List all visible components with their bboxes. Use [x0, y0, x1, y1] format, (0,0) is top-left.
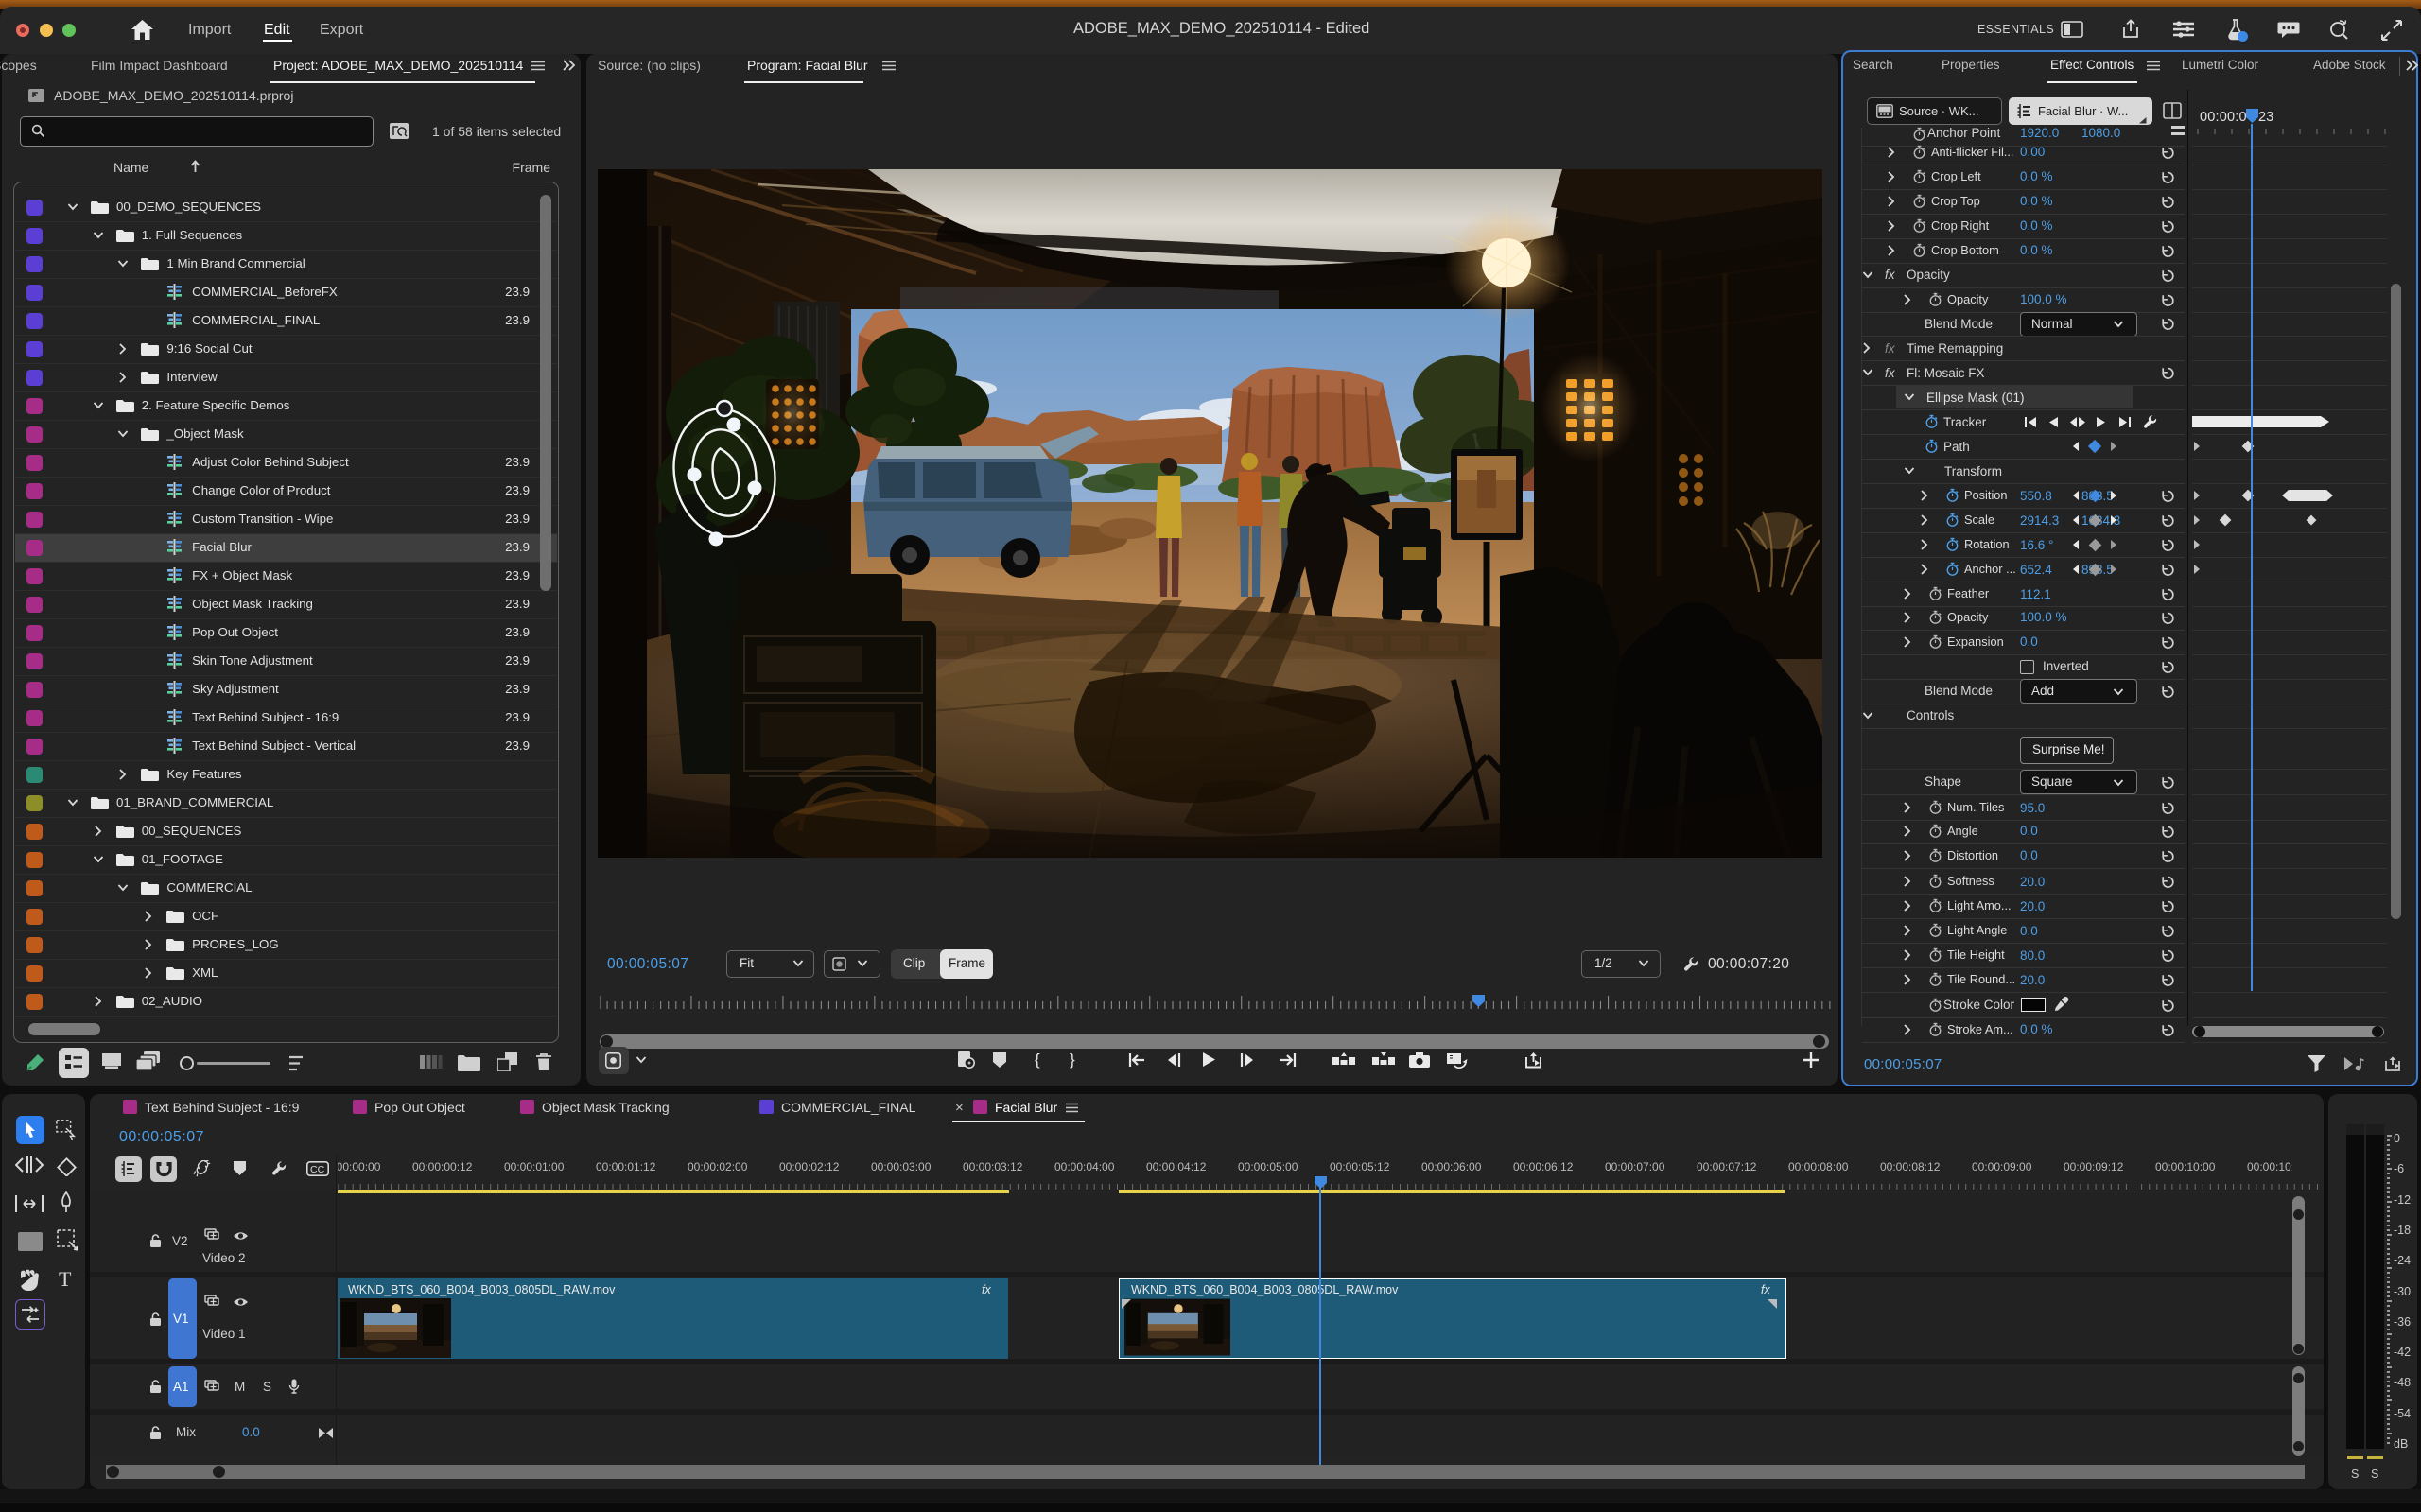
svg-text:CC: CC [310, 1164, 325, 1175]
